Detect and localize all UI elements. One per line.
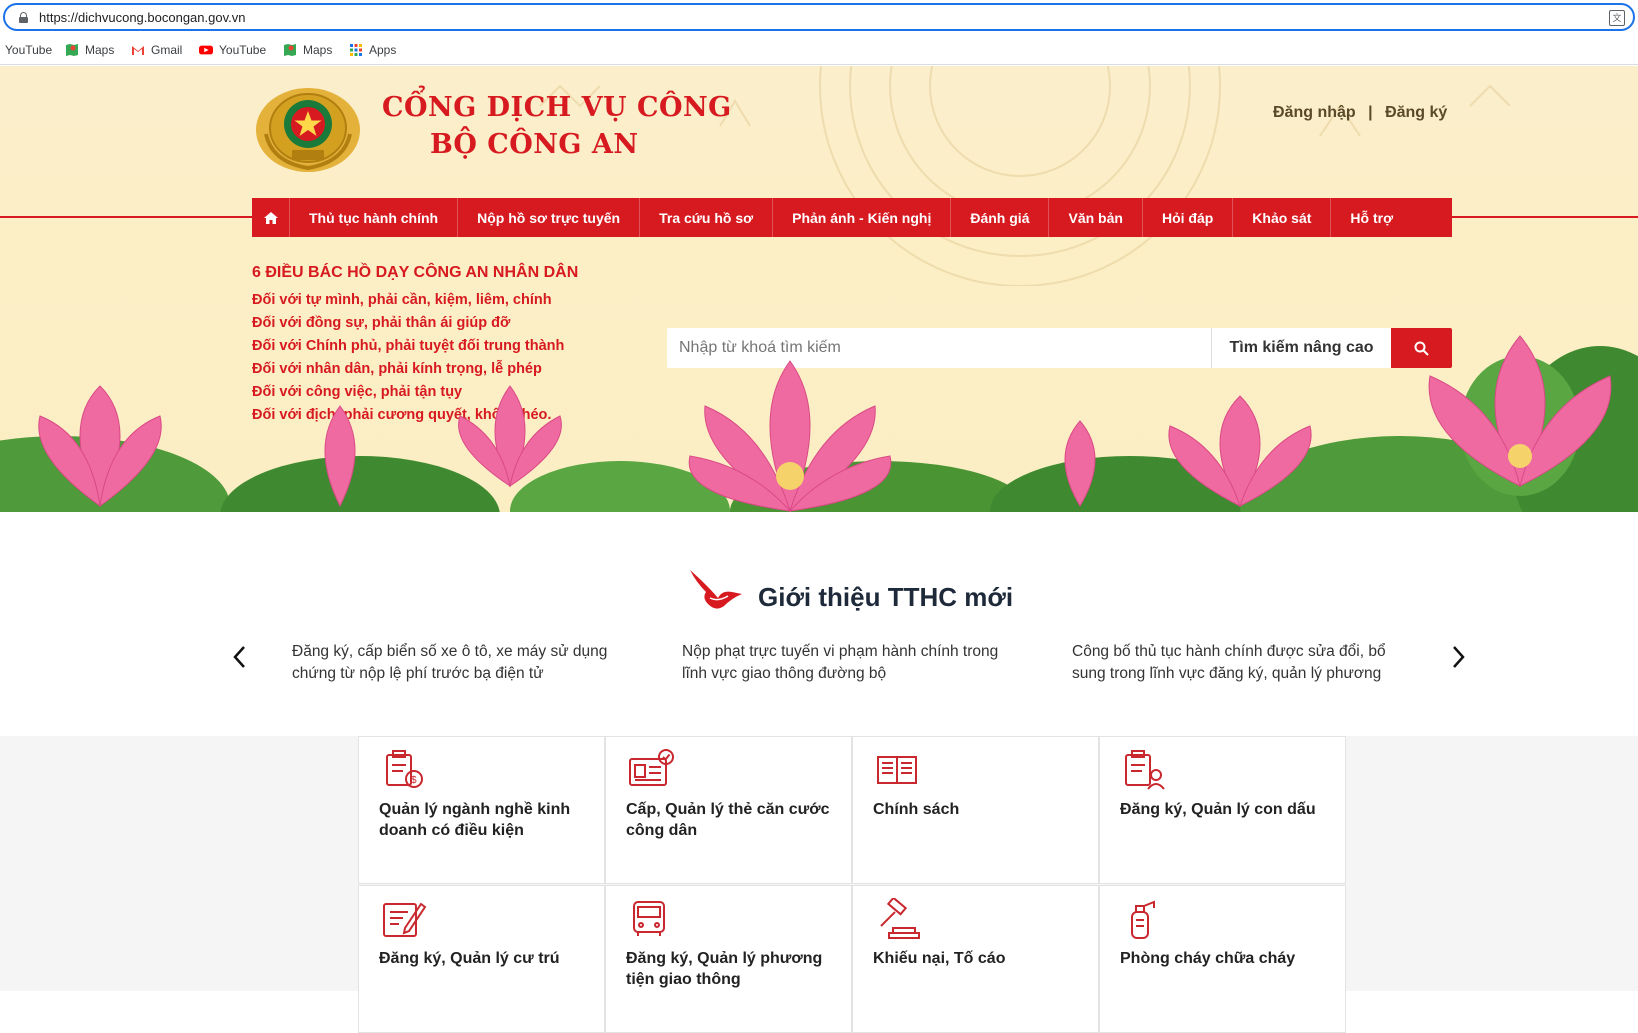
teachings-title: 6 ĐIỀU BÁC HỒ DẠY CÔNG AN NHÂN DÂN [252,264,579,281]
gmail-icon [132,46,144,55]
service-card[interactable]: Đăng ký, Quản lý phương tiện giao thông [605,885,852,1033]
bookmark-label: YouTube [219,43,267,57]
intro-heading: Giới thiệu TTHC mới [758,582,1014,612]
nav-khao-sat[interactable]: Khảo sát [1233,198,1332,237]
address-bar[interactable]: https://dichvucong.bocongan.gov.vn 文 [3,3,1635,31]
auth-separator: | [1368,104,1373,121]
lock-icon[interactable] [19,12,28,23]
service-card[interactable]: Khiếu nại, Tố cáo [852,885,1099,1033]
site-title-line1: CỔNG DỊCH VỤ CÔNG [382,92,732,123]
fire-extinguisher-icon [1131,900,1155,939]
intro-item[interactable]: Nộp phạt trực tuyến vi phạm hành chính t… [682,641,1027,685]
bookmark-youtube-2[interactable]: YouTube [199,41,266,59]
service-card[interactable]: $ Quản lý ngành nghề kinh doanh có điều … [358,736,605,884]
bookmark-label: Maps [303,43,333,57]
book-icon [877,756,917,784]
site-title-line2: BỘ CÔNG AN [430,129,639,160]
nav-ho-tro[interactable]: Hỗ trợ [1331,198,1412,237]
apps-grid-icon [350,44,362,56]
service-card[interactable]: Phòng cháy chữa cháy [1099,885,1346,1033]
register-link[interactable]: Đăng ký [1385,104,1447,121]
bird-logo-icon [690,570,742,609]
nav-danh-gia[interactable]: Đánh giá [951,198,1050,237]
police-emblem-logo[interactable] [252,84,364,176]
lotus-decoration [0,335,1638,512]
bookmark-label: YouTube [5,43,53,57]
svg-text:$: $ [411,775,417,786]
intro-item[interactable]: Đăng ký, cấp biển số xe ô tô, xe máy sử … [292,641,637,685]
nav-tra-cuu[interactable]: Tra cứu hồ sơ [640,198,774,237]
bookmark-maps-2[interactable]: Maps [283,41,332,59]
service-card[interactable]: Cấp, Quản lý thẻ căn cước công dân [605,736,852,884]
auth-links: Đăng nhập | Đăng ký [1273,104,1447,122]
prev-arrow-icon[interactable] [230,643,250,671]
card-label: Đăng ký, Quản lý phương tiện giao thông [626,950,823,988]
bookmarks-bar: YouTube Maps Gmail YouTube Maps Apps [0,35,1638,65]
bookmark-label: Maps [85,43,115,57]
nav-hoi-dap[interactable]: Hỏi đáp [1143,198,1234,237]
card-label: Khiếu nại, Tố cáo [873,950,1006,967]
card-label: Đăng ký, Quản lý con dấu [1120,801,1316,818]
maps-icon [66,44,78,56]
bookmark-apps[interactable]: Apps [349,41,396,59]
bookmark-label: Apps [369,43,397,57]
bookmark-gmail[interactable]: Gmail [131,41,182,59]
browser-toolbar: https://dichvucong.bocongan.gov.vn 文 [0,0,1638,34]
next-arrow-icon[interactable] [1448,643,1468,671]
card-label: Chính sách [873,801,960,818]
service-card[interactable]: Đăng ký, Quản lý con dấu [1099,736,1346,884]
card-label: Quản lý ngành nghề kinh doanh có điều ki… [379,801,571,839]
nav-home[interactable] [252,198,290,237]
intro-item[interactable]: Công bố thủ tục hành chính được sửa đổi,… [1072,641,1417,685]
bookmark-maps[interactable]: Maps [65,41,114,59]
main-nav: Thủ tục hành chính Nộp hồ sơ trực tuyến … [252,198,1452,237]
bookmark-youtube[interactable]: YouTube [5,41,52,59]
translate-icon[interactable]: 文 [1609,10,1625,26]
youtube-icon [199,45,213,55]
vehicle-icon [633,901,665,936]
nav-phan-anh[interactable]: Phản ánh - Kiến nghị [773,198,952,237]
card-label: Cấp, Quản lý thẻ căn cước công dân [626,801,830,839]
nav-van-ban[interactable]: Văn bản [1049,198,1143,237]
card-label: Đăng ký, Quản lý cư trú [379,950,560,967]
nav-nop-ho-so[interactable]: Nộp hồ sơ trực tuyến [458,198,641,237]
service-card[interactable]: Đăng ký, Quản lý cư trú [358,885,605,1033]
bookmark-label: Gmail [151,43,183,57]
gavel-icon [880,898,920,939]
home-icon [263,211,278,224]
nav-thu-tuc[interactable]: Thủ tục hành chính [290,198,459,237]
url-text[interactable]: https://dichvucong.bocongan.gov.vn [39,10,245,25]
maps-icon [284,44,296,56]
service-card[interactable]: Chính sách [852,736,1099,884]
business-license-icon: $ [386,750,423,788]
header-banner: CỔNG DỊCH VỤ CÔNG BỘ CÔNG AN Đăng nhập |… [0,66,1638,512]
card-label: Phòng cháy chữa cháy [1120,950,1296,967]
login-link[interactable]: Đăng nhập [1273,104,1356,121]
id-card-icon [629,749,674,786]
seal-register-icon [1125,750,1165,790]
residence-form-icon [383,902,427,937]
